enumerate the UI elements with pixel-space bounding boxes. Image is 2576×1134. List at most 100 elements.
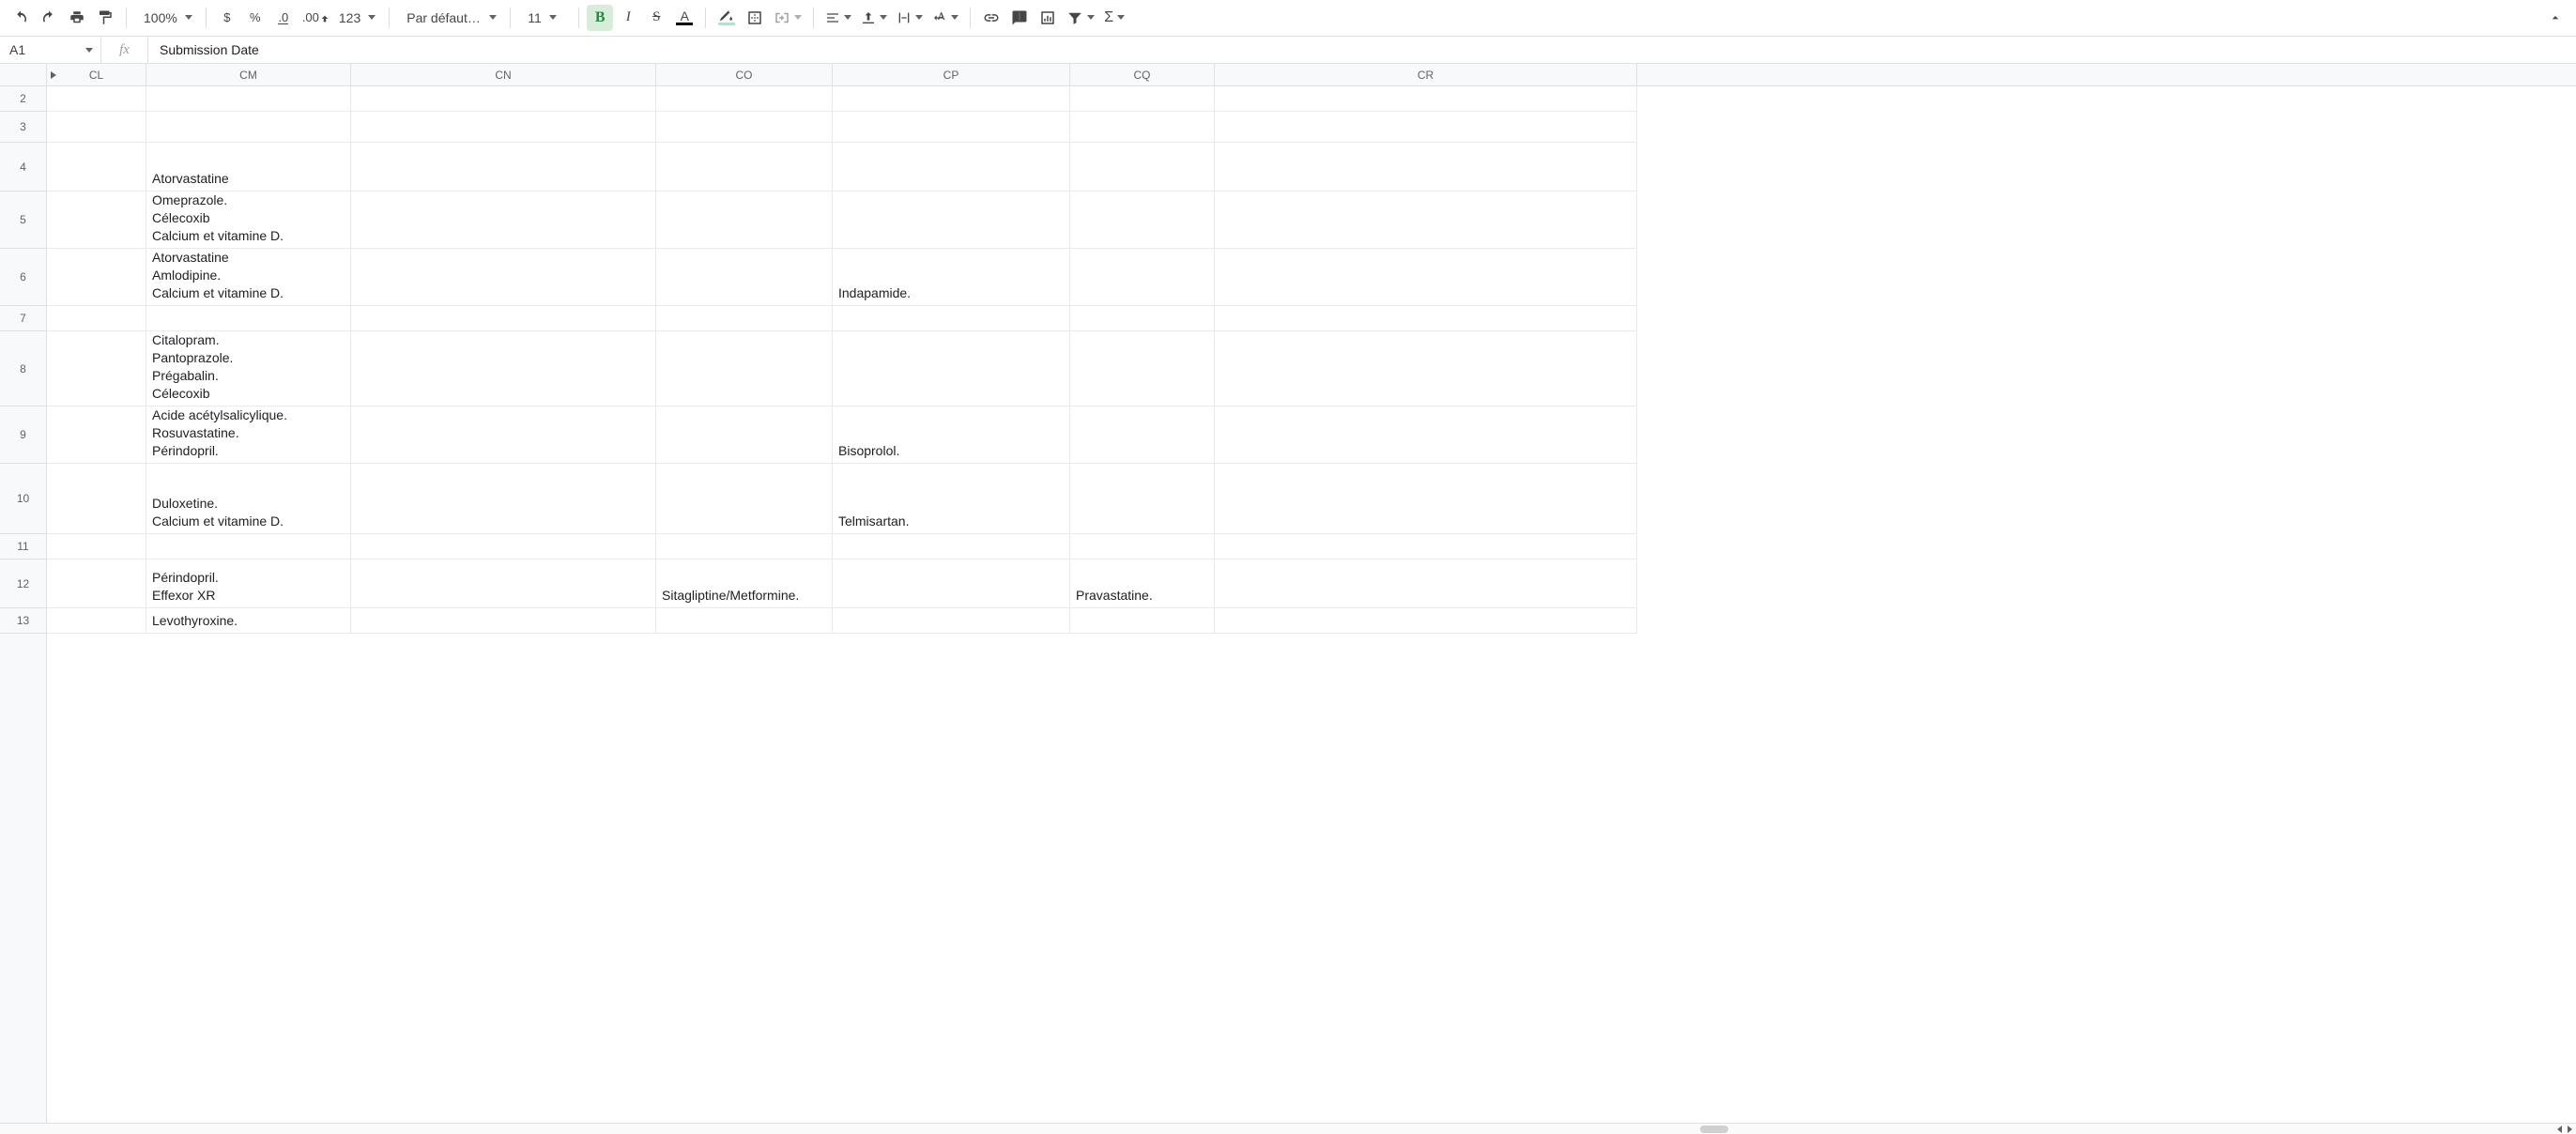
cell[interactable] — [833, 306, 1070, 331]
row-header[interactable]: 4 — [0, 143, 46, 192]
insert-chart-button[interactable] — [1035, 5, 1061, 31]
name-box[interactable]: A1 — [0, 37, 101, 63]
cell[interactable] — [1215, 406, 1637, 464]
font-size-combo[interactable]: 11 — [518, 5, 571, 31]
cell[interactable] — [1070, 306, 1215, 331]
cell[interactable] — [47, 534, 146, 559]
cell[interactable]: Duloxetine. Calcium et vitamine D. — [146, 464, 351, 534]
cell[interactable] — [47, 86, 146, 112]
cell[interactable] — [1215, 608, 1637, 634]
formula-input[interactable]: Submission Date — [148, 37, 2576, 63]
redo-button[interactable] — [36, 5, 62, 31]
row-header[interactable]: 7 — [0, 306, 46, 331]
row-header[interactable]: 9 — [0, 406, 46, 464]
row-header[interactable]: 3 — [0, 112, 46, 143]
cell[interactable] — [146, 534, 351, 559]
cell[interactable] — [146, 306, 351, 331]
cell[interactable] — [351, 559, 656, 608]
scroll-left-icon[interactable] — [2557, 1126, 2562, 1133]
column-header[interactable]: CQ — [1070, 64, 1215, 85]
cell[interactable] — [1215, 331, 1637, 406]
decrease-decimal-button[interactable]: .0 — [270, 5, 297, 31]
cell[interactable] — [351, 249, 656, 306]
cell[interactable] — [351, 143, 656, 192]
cell[interactable] — [833, 534, 1070, 559]
cell[interactable] — [656, 143, 833, 192]
cell[interactable]: Citalopram. Pantoprazole. Prégabalin. Cé… — [146, 331, 351, 406]
zoom-combo[interactable]: 100% — [134, 5, 198, 31]
undo-button[interactable] — [8, 5, 34, 31]
borders-button[interactable] — [742, 5, 768, 31]
column-header[interactable]: CO — [656, 64, 833, 85]
column-header[interactable]: CR — [1215, 64, 1637, 85]
filter-button[interactable] — [1063, 5, 1098, 31]
functions-button[interactable]: Σ — [1100, 5, 1128, 31]
insert-link-button[interactable] — [978, 5, 1004, 31]
cell[interactable] — [1070, 406, 1215, 464]
cell[interactable] — [146, 86, 351, 112]
cell[interactable] — [351, 86, 656, 112]
row-header[interactable]: 2 — [0, 86, 46, 112]
cell[interactable] — [351, 406, 656, 464]
cell[interactable]: Sitagliptine/Metformine. — [656, 559, 833, 608]
cell[interactable]: Telmisartan. — [833, 464, 1070, 534]
cell[interactable] — [656, 249, 833, 306]
horizontal-align-button[interactable] — [821, 5, 855, 31]
cell[interactable] — [351, 464, 656, 534]
cell[interactable] — [47, 143, 146, 192]
cell[interactable] — [656, 608, 833, 634]
horizontal-scrollbar[interactable] — [0, 1123, 2576, 1134]
column-group-expand-icon[interactable] — [51, 71, 56, 79]
cell[interactable] — [1070, 464, 1215, 534]
cell[interactable] — [1070, 112, 1215, 143]
cell[interactable] — [833, 112, 1070, 143]
text-color-button[interactable]: A — [671, 5, 698, 31]
format-currency-button[interactable]: $ — [214, 5, 240, 31]
text-rotation-button[interactable] — [928, 5, 962, 31]
cell[interactable]: Omeprazole. Célecoxib Calcium et vitamin… — [146, 192, 351, 249]
cell[interactable] — [47, 192, 146, 249]
column-header[interactable]: CL — [47, 64, 146, 85]
cell[interactable] — [351, 112, 656, 143]
fill-color-button[interactable] — [713, 5, 740, 31]
scrollbar-thumb[interactable] — [1700, 1126, 1728, 1133]
cell[interactable]: Levothyroxine. — [146, 608, 351, 634]
cell[interactable] — [833, 608, 1070, 634]
cell[interactable] — [351, 608, 656, 634]
merge-cells-button[interactable] — [770, 5, 805, 31]
cell[interactable] — [1070, 331, 1215, 406]
cell[interactable] — [1215, 534, 1637, 559]
cell[interactable]: Atorvastatine Amlodipine. Calcium et vit… — [146, 249, 351, 306]
cell[interactable] — [656, 86, 833, 112]
vertical-align-button[interactable] — [857, 5, 891, 31]
increase-decimal-button[interactable]: .00 — [299, 5, 333, 31]
cell[interactable] — [1070, 143, 1215, 192]
cell[interactable] — [833, 86, 1070, 112]
row-header[interactable]: 6 — [0, 249, 46, 306]
text-wrap-button[interactable] — [893, 5, 927, 31]
cell[interactable] — [656, 192, 833, 249]
spreadsheet-grid[interactable]: CLCMCNCOCPCQCR 2345678910111213 Atorvast… — [0, 64, 2576, 1123]
cell[interactable] — [656, 331, 833, 406]
row-header[interactable]: 11 — [0, 534, 46, 559]
cell[interactable]: Acide acétylsalicylique. Rosuvastatine. … — [146, 406, 351, 464]
cell[interactable]: Pravastatine. — [1070, 559, 1215, 608]
cell[interactable] — [1070, 534, 1215, 559]
cell[interactable] — [47, 608, 146, 634]
cell[interactable] — [146, 112, 351, 143]
column-header[interactable]: CP — [833, 64, 1070, 85]
cell[interactable] — [833, 143, 1070, 192]
row-header[interactable]: 5 — [0, 192, 46, 249]
print-button[interactable] — [64, 5, 90, 31]
italic-button[interactable]: I — [615, 5, 641, 31]
select-all-corner[interactable] — [0, 64, 47, 86]
strikethrough-button[interactable]: S — [643, 5, 669, 31]
format-percent-button[interactable]: % — [242, 5, 268, 31]
cell[interactable]: Atorvastatine — [146, 143, 351, 192]
scroll-right-icon[interactable] — [2568, 1126, 2572, 1133]
row-header[interactable]: 12 — [0, 559, 46, 608]
cell[interactable] — [833, 559, 1070, 608]
cell[interactable] — [1215, 112, 1637, 143]
cell[interactable] — [351, 306, 656, 331]
cell[interactable]: Bisoprolol. — [833, 406, 1070, 464]
